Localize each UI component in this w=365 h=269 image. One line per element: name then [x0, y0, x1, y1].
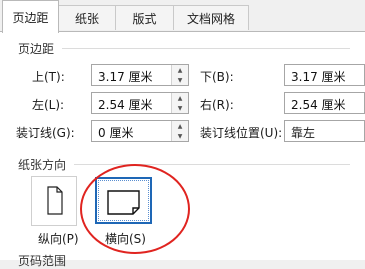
tab-margins[interactable]: 页边距 [2, 0, 59, 33]
decrement-icon[interactable]: ▼ [172, 103, 188, 113]
gutter-stepper[interactable]: 0 厘米 ▲ ▼ [91, 120, 189, 142]
decrement-icon[interactable]: ▼ [172, 75, 188, 85]
tab-paper[interactable]: 纸张 [58, 5, 116, 30]
top-margin-spin-buttons: ▲ ▼ [171, 65, 188, 85]
bottom-margin-stepper[interactable]: 3.17 厘米 [284, 64, 365, 86]
margins-section-title: 页边距 [18, 42, 55, 56]
bottom-margin-value: 3.17 厘米 [291, 70, 346, 84]
tab-layout[interactable]: 版式 [115, 5, 174, 30]
page-range-section-title: 页码范围 [18, 254, 67, 268]
gutter-position-label: 装订线位置(U): [200, 126, 283, 140]
gutter-spin-buttons: ▲ ▼ [171, 121, 188, 141]
gutter-position-select[interactable]: 靠左 [284, 120, 365, 142]
top-margin-stepper[interactable]: 3.17 厘米 ▲ ▼ [91, 64, 189, 86]
margins-section-divider [62, 48, 350, 49]
portrait-page-icon [47, 186, 63, 215]
top-margin-label: 上(T): [32, 70, 65, 84]
tab-document-grid-label: 文档网格 [186, 11, 235, 26]
portrait-button[interactable] [31, 176, 77, 226]
left-margin-stepper[interactable]: 2.54 厘米 ▲ ▼ [91, 92, 189, 114]
left-margin-spin-buttons: ▲ ▼ [171, 93, 188, 113]
tab-margins-label: 页边距 [12, 10, 49, 25]
highlight-circle [80, 164, 190, 254]
right-margin-label: 右(R): [200, 98, 234, 112]
tab-layout-label: 版式 [132, 11, 157, 26]
orientation-section-divider [74, 164, 350, 165]
right-margin-stepper[interactable]: 2.54 厘米 [284, 92, 365, 114]
portrait-label: 纵向(P) [38, 232, 79, 246]
tab-document-grid[interactable]: 文档网格 [173, 5, 249, 30]
left-margin-label: 左(L): [32, 98, 65, 112]
decrement-icon[interactable]: ▼ [172, 131, 188, 141]
right-margin-value: 2.54 厘米 [291, 98, 346, 112]
bottom-margin-label: 下(B): [200, 70, 234, 84]
gutter-position-value: 靠左 [291, 126, 316, 140]
orientation-section-title: 纸张方向 [18, 158, 67, 172]
gutter-label: 装订线(G): [16, 126, 75, 140]
tab-paper-label: 纸张 [74, 11, 99, 26]
tab-bar: 页边距 纸张 版式 文档网格 [0, 0, 365, 33]
gutter-value: 0 厘米 [98, 126, 134, 140]
left-margin-value: 2.54 厘米 [98, 98, 153, 112]
top-margin-value: 3.17 厘米 [98, 70, 153, 84]
